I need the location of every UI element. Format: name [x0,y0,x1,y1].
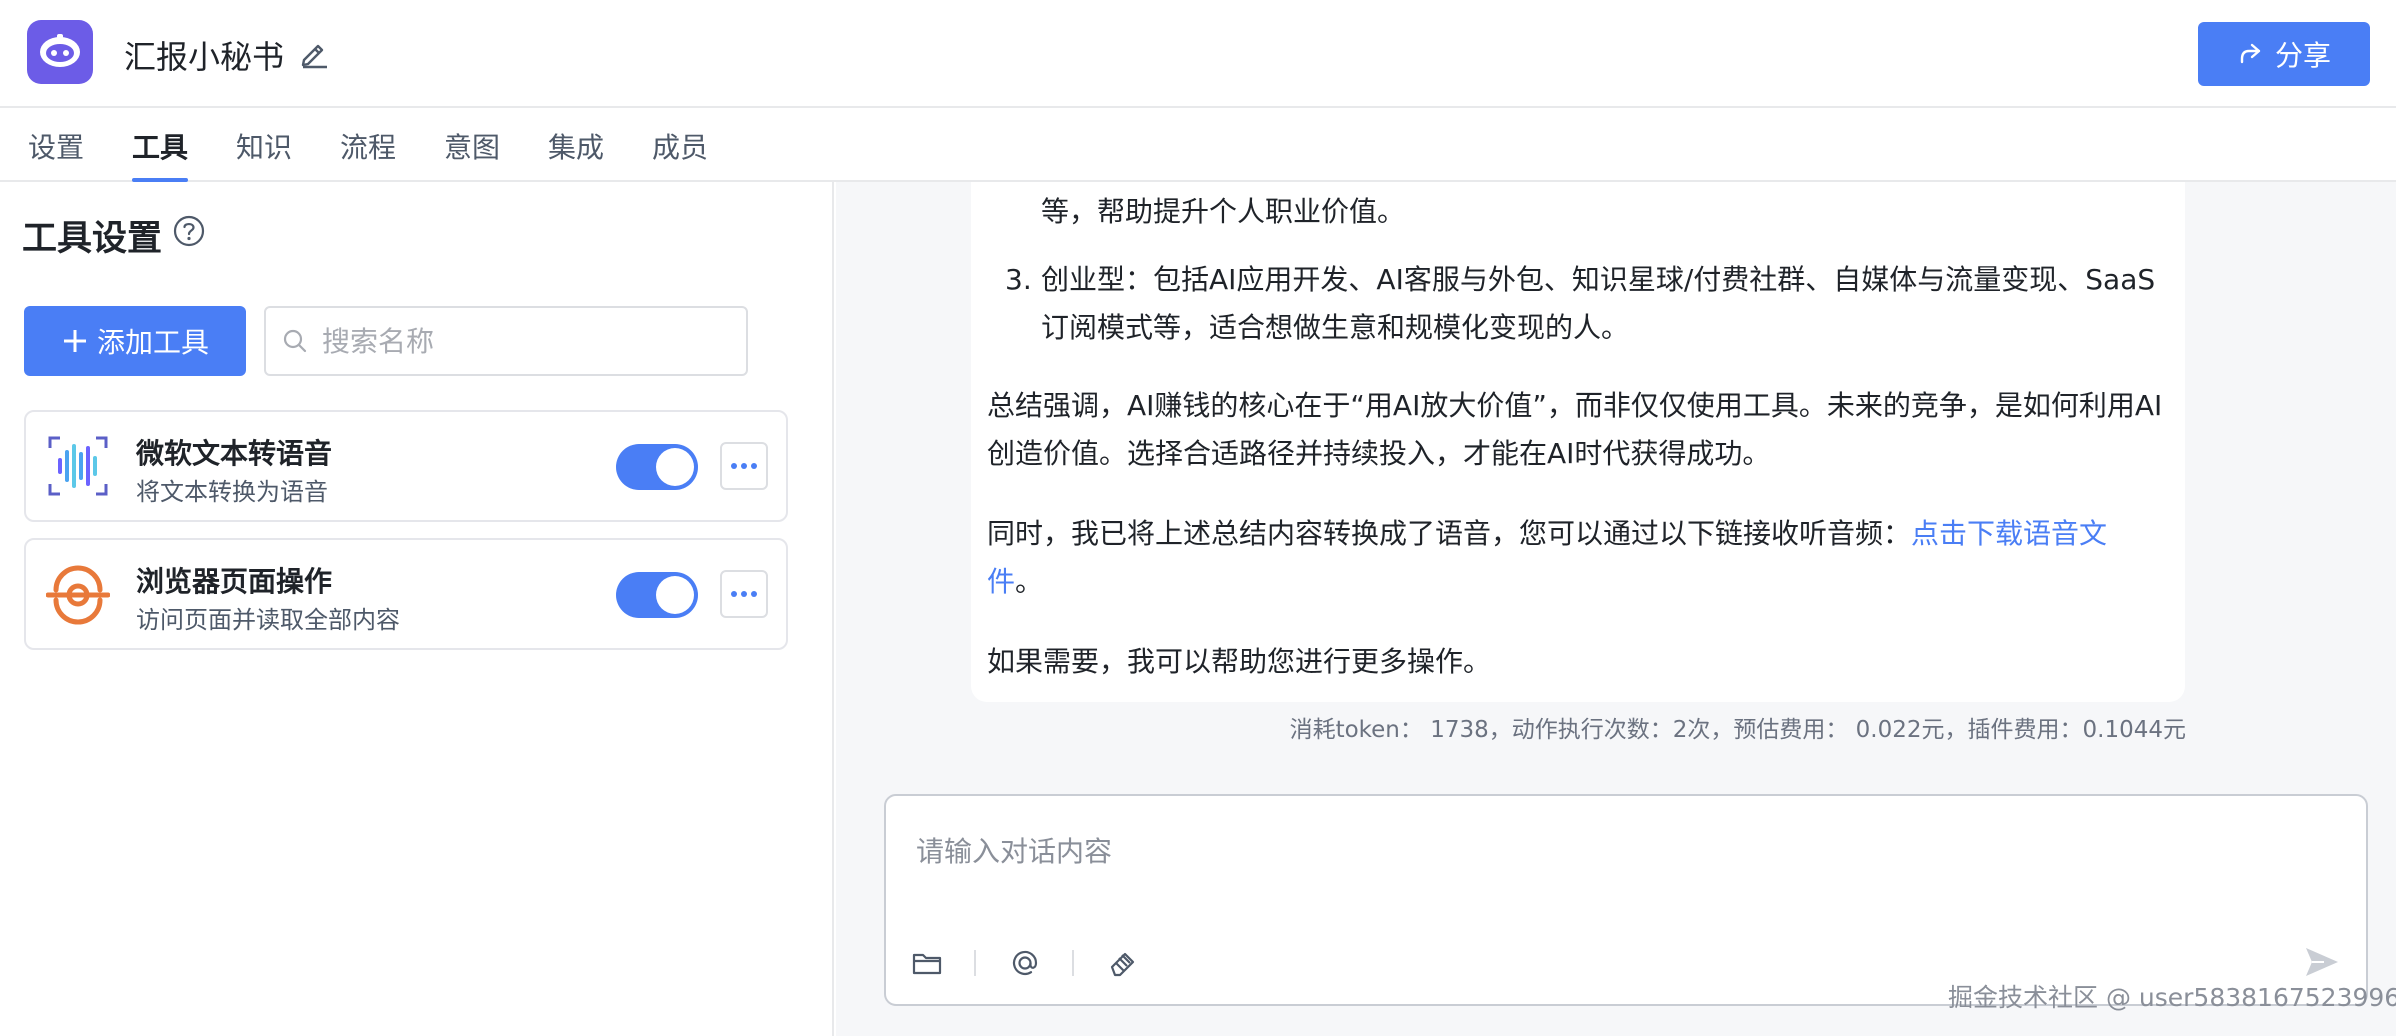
download-audio-link[interactable]: 点击下载语音文 [1911,517,2107,550]
panel-title: 工具设置 [22,219,163,259]
search-input[interactable] [322,324,722,358]
chat-panel: 等，帮助提升个人职业价值。 3. 创业型：包括AI应用开发、AI客服与外包、知识… [836,182,2396,1036]
share-button[interactable]: 分享 [2198,22,2370,86]
tab-bar: 设置 工具 知识 流程 意图 集成 成员 [0,110,2396,182]
tab-settings[interactable]: 设置 [28,126,84,182]
help-icon[interactable] [172,214,206,248]
search-box [264,306,748,376]
dot-icon [741,463,747,469]
tool-settings-panel: 工具设置 添加工具 微软文本转语音 将文本转换为语音 [0,182,834,1036]
toggle-knob [656,448,694,486]
tool-description: 将文本转换为语音 [136,478,328,506]
tool-enable-toggle[interactable] [616,572,698,618]
message-line: 如果需要，我可以帮助您进行更多操作。 [987,645,1492,678]
robot-icon [40,34,80,67]
top-bar: 汇报小秘书 分享 [0,0,2396,108]
message-text: 同时，我已将上述总结内容转换成了语音，您可以通过以下链接收听音频： [987,517,1912,550]
add-tool-button[interactable]: 添加工具 [24,306,246,376]
edit-icon[interactable] [298,36,332,70]
assistant-message: 等，帮助提升个人职业价值。 3. 创业型：包括AI应用开发、AI客服与外包、知识… [971,182,2185,702]
search-icon [283,329,307,353]
tab-tools[interactable]: 工具 [132,126,189,182]
soundwave-icon [48,436,108,496]
dot-icon [741,591,747,597]
tool-name: 微软文本转语音 [136,437,333,470]
more-options-button[interactable] [720,570,768,618]
tool-name: 浏览器页面操作 [136,565,333,598]
chat-input[interactable] [916,830,2316,890]
tool-card-tts[interactable]: 微软文本转语音 将文本转换为语音 [24,410,788,522]
share-icon [2240,43,2261,64]
tab-workflow[interactable]: 流程 [340,126,396,182]
plus-icon [63,330,86,352]
folder-icon[interactable] [910,946,944,980]
app-title: 汇报小秘书 [124,38,285,76]
tool-enable-toggle[interactable] [616,444,698,490]
divider [974,950,976,976]
message-line: 订阅模式等，适合想做生意和规模化变现的人。 [1041,311,1630,344]
tool-card-browser[interactable]: 浏览器页面操作 访问页面并读取全部内容 [24,538,788,650]
eraser-icon[interactable] [1106,946,1140,980]
browser-icon [46,565,110,625]
chat-composer [884,794,2368,1006]
message-text: 。 [1015,565,1044,598]
dot-icon [751,463,757,469]
dot-icon [731,591,737,597]
watermark: 掘金技术社区 @ user5838167523996 [1948,983,2396,1012]
tab-knowledge[interactable]: 知识 [236,126,292,182]
tab-intent[interactable]: 意图 [444,126,500,182]
message-line: 等，帮助提升个人职业价值。 [1041,195,1406,228]
app-logo [27,20,93,84]
tool-description: 访问页面并读取全部内容 [136,606,400,634]
tab-members[interactable]: 成员 [652,126,708,182]
list-number: 3. [1005,263,1032,296]
more-options-button[interactable] [720,442,768,490]
message-line: 创造价值。选择合适路径并持续投入，才能在AI时代获得成功。 [987,437,1771,470]
dot-icon [751,591,757,597]
divider [1072,950,1074,976]
message-line: 总结强调，AI赚钱的核心在于“用AI放大价值”，而非仅仅使用工具。未来的竞争，是… [987,389,2163,422]
message-line: 创业型：包括AI应用开发、AI客服与外包、知识星球/付费社群、自媒体与流量变现、… [1041,263,2156,296]
at-mention-icon[interactable] [1008,946,1042,980]
message-line: 同时，我已将上述总结内容转换成了语音，您可以通过以下链接收听音频：点击下载语音文 [987,510,2107,558]
dot-icon [731,463,737,469]
send-icon[interactable] [2302,942,2342,982]
tab-integration[interactable]: 集成 [548,126,604,182]
download-audio-link[interactable]: 件 [987,565,1015,598]
add-tool-label: 添加工具 [96,326,209,359]
share-button-label: 分享 [2274,39,2331,72]
message-line: 件。 [987,558,1043,606]
toggle-knob [656,576,694,614]
usage-stats: 消耗token： 1738，动作执行次数：2次，预估费用： 0.022元，插件费… [1289,717,2186,743]
